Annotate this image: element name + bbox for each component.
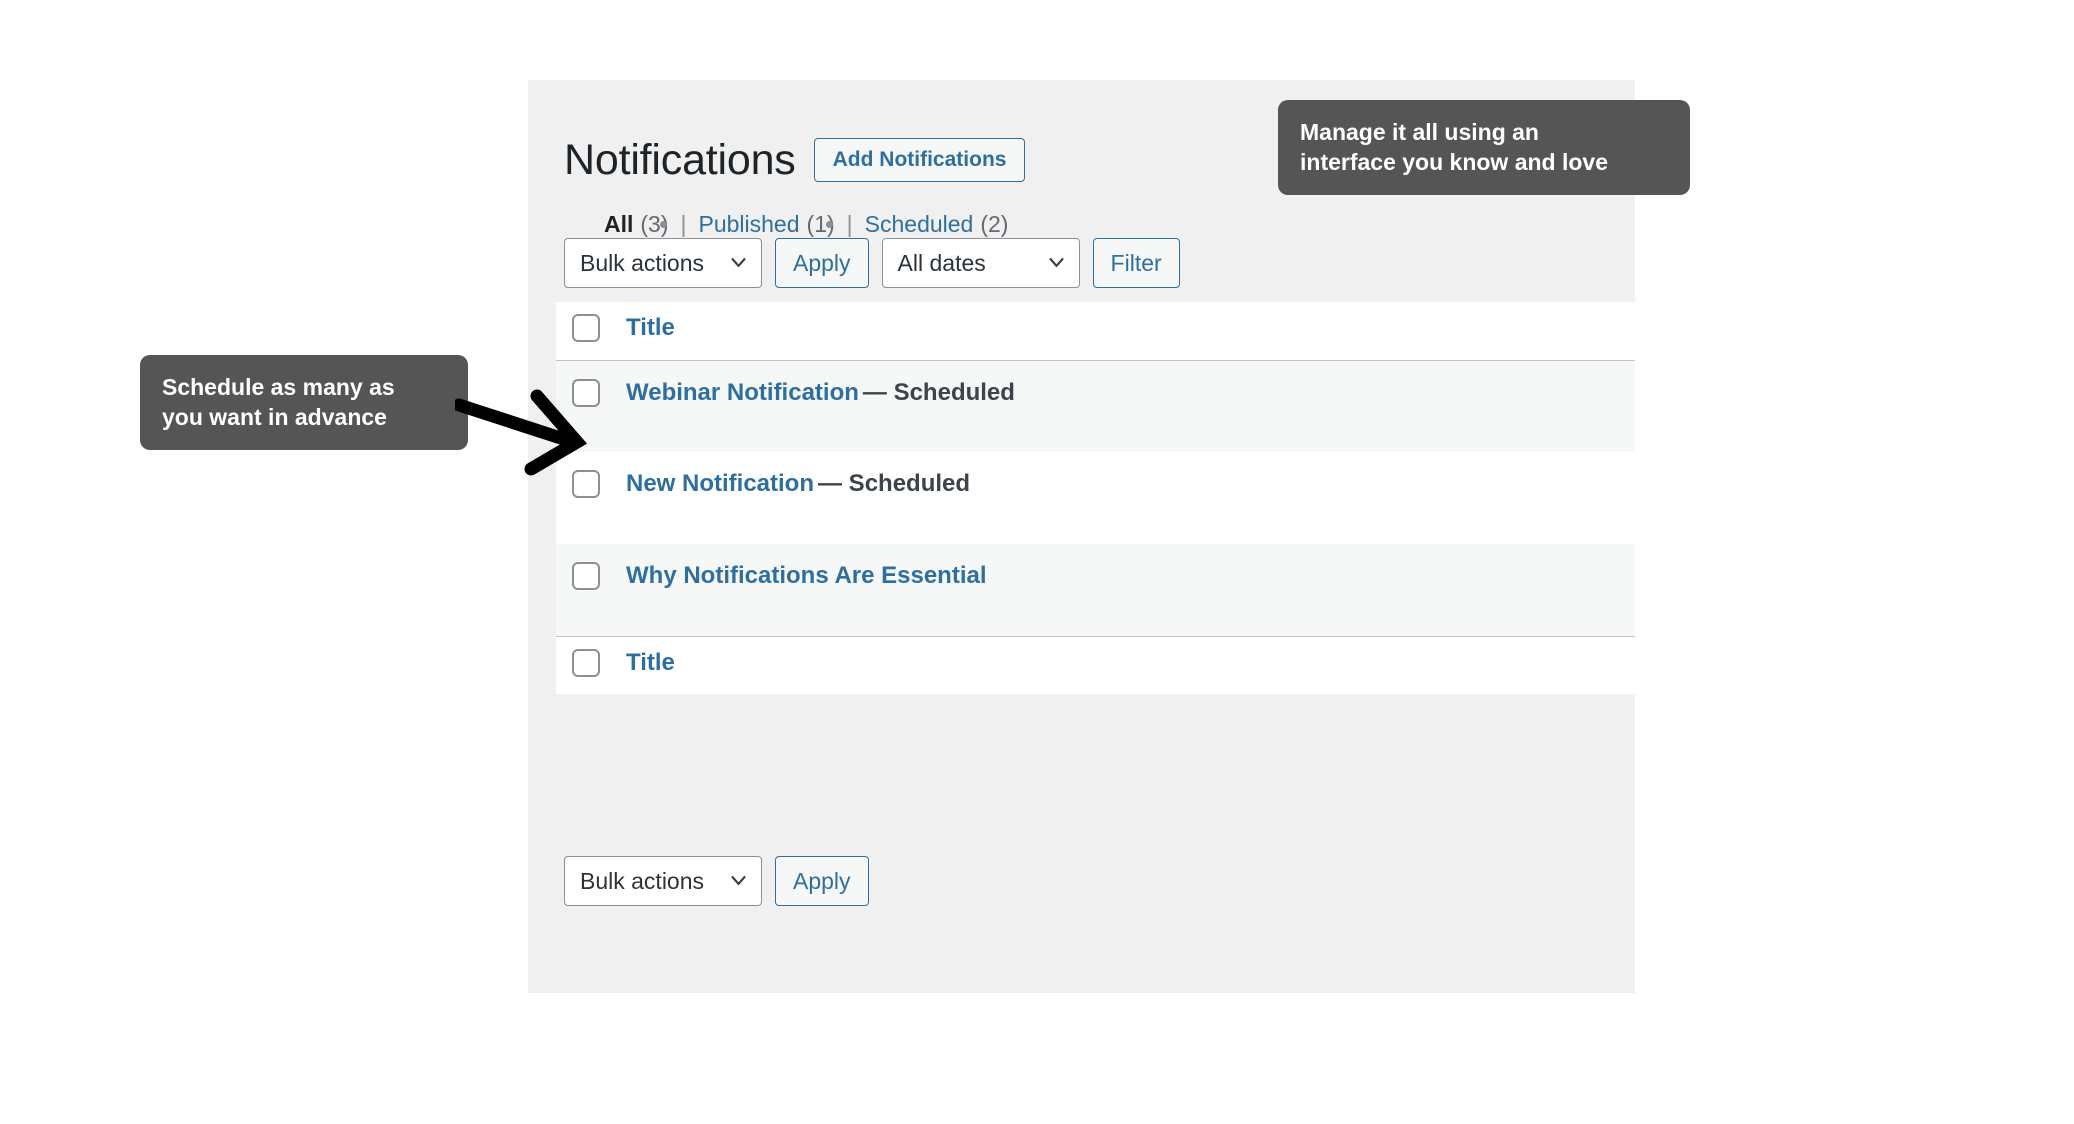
page-title: Notifications (564, 135, 796, 184)
row-checkbox[interactable] (572, 562, 600, 590)
filter-published[interactable]: Published (1) (699, 211, 835, 238)
table-row[interactable]: Why Notifications Are Essential (556, 544, 1635, 636)
chevron-down-icon (730, 872, 747, 889)
table-header-row: Title (556, 302, 1635, 361)
filter-all-label[interactable]: All (604, 211, 633, 238)
page-header: Notifications Add Notifications (564, 108, 1026, 213)
select-all-checkbox-bottom[interactable] (572, 648, 600, 677)
chevron-down-icon (730, 254, 747, 271)
tablenav-top: Bulk actions Apply All dates Filter (564, 238, 1180, 288)
title-column-footer: Title (622, 635, 1635, 694)
notifications-list-table: Title Webinar Notification — Scheduled Ne… (556, 302, 1635, 694)
row-checkbox[interactable] (572, 470, 600, 498)
bulk-actions-select-top[interactable]: Bulk actions (564, 238, 762, 288)
row-select-cell (556, 360, 622, 452)
table-footer-row: Title (556, 635, 1635, 694)
table-row[interactable]: Webinar Notification — Scheduled (556, 360, 1635, 452)
select-all-header-cell (556, 302, 622, 361)
apply-button-bottom[interactable]: Apply (775, 856, 869, 906)
tablenav-bottom: Bulk actions Apply (564, 856, 869, 906)
status-filter-links: All (3) | Published (1) | Scheduled (2) (564, 211, 1008, 238)
row-post-state: — Scheduled (818, 470, 971, 497)
row-select-cell (556, 544, 622, 636)
table-row[interactable]: New Notification — Scheduled (556, 452, 1635, 544)
apply-button-top[interactable]: Apply (775, 238, 869, 288)
filter-separator-2: | (847, 211, 853, 238)
add-notifications-button[interactable]: Add Notifications (813, 138, 1026, 183)
sort-by-title-link-top[interactable]: Title (626, 314, 675, 341)
row-post-state: — Scheduled (862, 378, 1015, 406)
title-column-header: Title (622, 302, 1635, 361)
row-checkbox[interactable] (572, 378, 600, 407)
filter-scheduled-count: (2) (980, 211, 1009, 237)
row-select-cell (556, 452, 622, 544)
table-head: Title (556, 302, 1635, 361)
row-title-link[interactable]: Webinar Notification (626, 379, 859, 406)
date-filter-select[interactable]: All dates (881, 238, 1080, 288)
bulk-actions-select-bottom[interactable]: Bulk actions (564, 856, 762, 906)
select-all-footer-cell (556, 635, 622, 694)
select-all-checkbox-top[interactable] (572, 314, 600, 342)
callout-schedule-in-advance: Schedule as many as you want in advance (140, 355, 468, 450)
row-title-cell: Why Notifications Are Essential (622, 544, 1635, 636)
callout-manage-interface: Manage it all using an interface you kno… (1278, 100, 1690, 195)
filter-separator-1: | (681, 211, 687, 238)
notifications-admin-panel: Notifications Add Notifications All (3) … (528, 80, 1635, 993)
bulk-actions-select-top-value: Bulk actions (580, 249, 705, 276)
chevron-down-icon (1048, 254, 1065, 271)
table-body: Webinar Notification — Scheduled New Noti… (556, 360, 1635, 636)
filter-scheduled-label[interactable]: Scheduled (865, 211, 974, 238)
date-filter-select-value: All dates (897, 249, 986, 276)
row-title-link[interactable]: Why Notifications Are Essential (626, 562, 987, 589)
filter-published-label[interactable]: Published (699, 211, 800, 238)
bulk-actions-select-bottom-value: Bulk actions (580, 867, 705, 894)
sort-by-title-link-bottom[interactable]: Title (626, 649, 675, 676)
table-foot: Title (556, 635, 1635, 694)
row-title-cell: New Notification — Scheduled (622, 452, 1635, 544)
row-title-cell: Webinar Notification — Scheduled (622, 360, 1635, 452)
filter-button[interactable]: Filter (1092, 238, 1180, 288)
filter-scheduled[interactable]: Scheduled (2) (865, 211, 1009, 238)
row-title-link[interactable]: New Notification (626, 470, 814, 497)
